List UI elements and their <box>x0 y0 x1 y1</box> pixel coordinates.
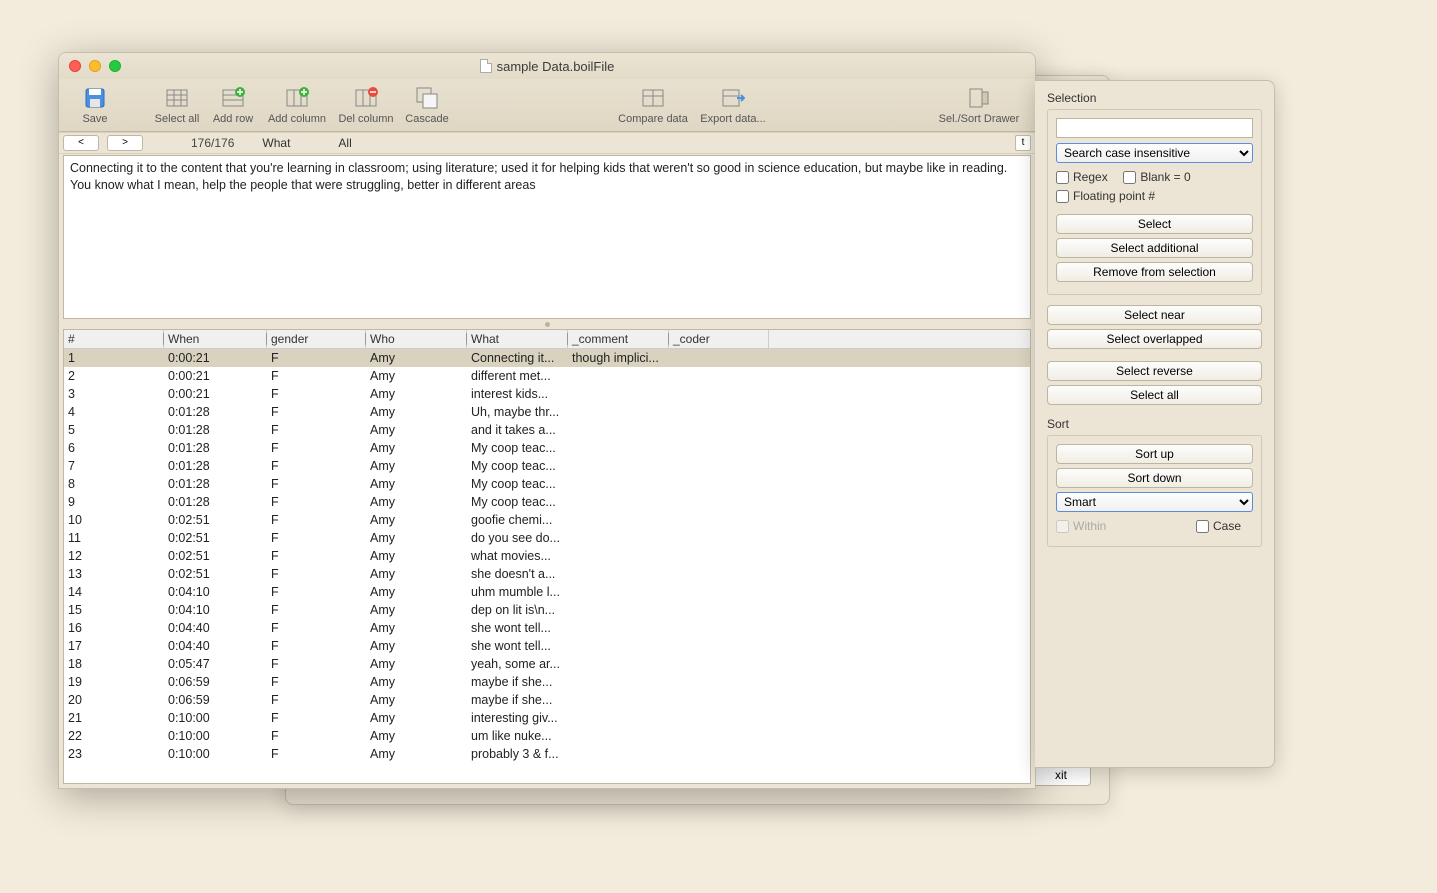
detail-text-area[interactable]: Connecting it to the content that you're… <box>63 155 1031 319</box>
record-count: 176/176 <box>191 136 234 150</box>
col-header-coder[interactable]: _coder <box>669 330 769 348</box>
prev-button[interactable]: < <box>63 135 99 151</box>
float-checkbox[interactable] <box>1056 190 1069 203</box>
data-grid: # When gender Who What _comment _coder 1… <box>63 329 1031 784</box>
del-column-button[interactable]: Del column <box>333 85 399 125</box>
table-row[interactable]: 100:02:51FAmy goofie chemi... <box>64 511 1030 529</box>
table-row[interactable]: 80:01:28FAmyMy coop teac... <box>64 475 1030 493</box>
table-row[interactable]: 170:04:40FAmyshe wont tell... <box>64 637 1030 655</box>
export-data-button[interactable]: Export data... <box>693 85 773 125</box>
col-header-gender[interactable]: gender <box>267 330 366 348</box>
col-header-when[interactable]: When <box>164 330 267 348</box>
blank0-checkbox[interactable] <box>1123 171 1136 184</box>
main-window: sample Data.boilFile Save Select all Add… <box>58 52 1036 789</box>
table-row[interactable]: 200:06:59FAmymaybe if she... <box>64 691 1030 709</box>
document-icon <box>480 59 492 73</box>
select-near-button[interactable]: Select near <box>1047 305 1262 325</box>
select-all-drawer-button[interactable]: Select all <box>1047 385 1262 405</box>
save-button[interactable]: Save <box>67 85 123 125</box>
toolbar: Save Select all Add row Add column Del c… <box>59 79 1035 132</box>
selection-header: Selection <box>1047 91 1262 105</box>
grid-header: # When gender Who What _comment _coder <box>64 330 1030 349</box>
sel-sort-drawer: Selection Search case insensitive Regex … <box>1035 80 1275 768</box>
add-column-button[interactable]: Add column <box>261 85 333 125</box>
table-row[interactable]: 70:01:28FAmyMy coop teac... <box>64 457 1030 475</box>
regex-checkbox[interactable] <box>1056 171 1069 184</box>
splitter-handle[interactable] <box>59 319 1035 329</box>
next-button[interactable]: > <box>107 135 143 151</box>
window-title: sample Data.boilFile <box>497 59 615 74</box>
close-icon[interactable] <box>69 60 81 72</box>
col-header-comment[interactable]: _comment <box>568 330 669 348</box>
maximize-icon[interactable] <box>109 60 121 72</box>
search-field-label: What <box>262 136 290 150</box>
col-header-who[interactable]: Who <box>366 330 467 348</box>
table-row[interactable]: 150:04:10FAmydep on lit is\n... <box>64 601 1030 619</box>
sort-up-button[interactable]: Sort up <box>1056 444 1253 464</box>
table-row[interactable]: 180:05:47FAmyyeah, some ar... <box>64 655 1030 673</box>
table-row[interactable]: 210:10:00FAmyinteresting giv... <box>64 709 1030 727</box>
col-header-num[interactable]: # <box>64 330 164 348</box>
table-row[interactable]: 60:01:28FAmyMy coop teac... <box>64 439 1030 457</box>
table-row[interactable]: 190:06:59FAmymaybe if she... <box>64 673 1030 691</box>
remove-selection-button[interactable]: Remove from selection <box>1056 262 1253 282</box>
cascade-button[interactable]: Cascade <box>399 85 455 125</box>
table-row[interactable]: 90:01:28FAmyMy coop teac... <box>64 493 1030 511</box>
add-row-button[interactable]: Add row <box>205 85 261 125</box>
table-row[interactable]: 140:04:10FAmyuhm mumble l... <box>64 583 1030 601</box>
table-row[interactable]: 30:00:21FAmyinterest kids... <box>64 385 1030 403</box>
case-checkbox[interactable] <box>1196 520 1209 533</box>
table-row[interactable]: 130:02:51FAmyshe doesn't a... <box>64 565 1030 583</box>
table-row[interactable]: 230:10:00FAmyprobably 3 & f... <box>64 745 1030 763</box>
search-mode-select[interactable]: Search case insensitive <box>1056 143 1253 163</box>
minimize-icon[interactable] <box>89 60 101 72</box>
table-row[interactable]: 10:00:21FAmyConnecting it...though impli… <box>64 349 1030 367</box>
table-row[interactable]: 20:00:21FAmydifferent met... <box>64 367 1030 385</box>
select-overlapped-button[interactable]: Select overlapped <box>1047 329 1262 349</box>
search-navigation-bar: < > 176/176 What All t <box>59 132 1035 154</box>
compare-data-button[interactable]: Compare data <box>613 85 693 125</box>
table-row[interactable]: 160:04:40FAmyshe wont tell... <box>64 619 1030 637</box>
select-all-button[interactable]: Select all <box>149 85 205 125</box>
sort-down-button[interactable]: Sort down <box>1056 468 1253 488</box>
select-additional-button[interactable]: Select additional <box>1056 238 1253 258</box>
sort-mode-select[interactable]: Smart <box>1056 492 1253 512</box>
within-checkbox <box>1056 520 1069 533</box>
drawer-toggle-button[interactable]: Sel./Sort Drawer <box>931 85 1027 125</box>
sort-header: Sort <box>1047 417 1262 431</box>
table-row[interactable]: 40:01:28FAmyUh, maybe thr... <box>64 403 1030 421</box>
table-row[interactable]: 50:01:28FAmy and it takes a... <box>64 421 1030 439</box>
select-button[interactable]: Select <box>1056 214 1253 234</box>
selection-search-input[interactable] <box>1056 118 1253 138</box>
table-row[interactable]: 120:02:51FAmywhat movies... <box>64 547 1030 565</box>
table-row[interactable]: 220:10:00FAmyum like nuke... <box>64 727 1030 745</box>
titlebar: sample Data.boilFile <box>59 53 1035 79</box>
search-scope-label: All <box>338 136 351 150</box>
t-button[interactable]: t <box>1015 135 1031 151</box>
col-header-what[interactable]: What <box>467 330 568 348</box>
table-row[interactable]: 110:02:51FAmydo you see do... <box>64 529 1030 547</box>
select-reverse-button[interactable]: Select reverse <box>1047 361 1262 381</box>
